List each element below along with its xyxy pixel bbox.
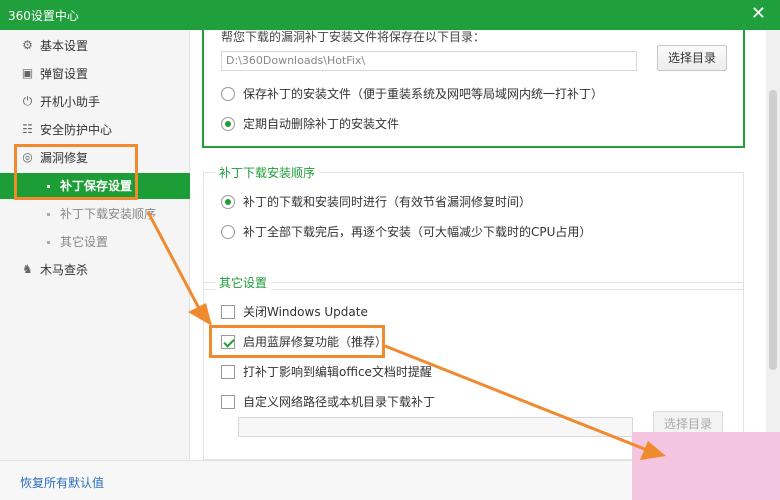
sequential-install-option[interactable]: 补丁全部下载完后，再逐个安装（可大幅减少下载时的CPU占用） xyxy=(221,222,591,242)
custom-download-path-option[interactable]: 自定义网络路径或本机目录下载补丁 xyxy=(221,392,435,412)
checkbox[interactable] xyxy=(221,365,235,379)
close-icon[interactable]: ✕ xyxy=(751,4,766,24)
sidebar-item-vulnerability-fix[interactable]: ◎ 漏洞修复 xyxy=(0,144,190,172)
sidebar-item-label: 漏洞修复 xyxy=(40,151,89,165)
checkbox[interactable] xyxy=(221,305,235,319)
office-edit-reminder-option[interactable]: 打补丁影响到编辑office文档时提醒 xyxy=(221,362,432,382)
save-path-browse-button[interactable]: 选择目录 xyxy=(657,45,727,71)
bluescreen-repair-option[interactable]: 启用蓝屏修复功能（推荐） xyxy=(221,332,387,352)
parallel-install-option[interactable]: 补丁的下载和安装同时进行（有效节省漏洞修复时间） xyxy=(221,192,531,212)
window-icon: ▣ xyxy=(21,66,34,80)
horse-icon: ♞ xyxy=(22,262,33,276)
gear-icon: ⚙ xyxy=(22,38,33,52)
sidebar-item-basic-settings[interactable]: ⚙ 基本设置 xyxy=(0,32,190,60)
sidebar-subitem-label: 补丁下载安装顺序 xyxy=(60,207,157,221)
scrollbar[interactable] xyxy=(766,30,780,460)
shield-list-icon: ☷ xyxy=(22,122,33,136)
settings-content: 帮您下载的漏洞补丁安装文件将保存在以下目录： D:\360Downloads\H… xyxy=(191,30,780,460)
option-label: 定期自动删除补丁的安装文件 xyxy=(243,117,400,131)
patch-icon: ◎ xyxy=(22,150,33,164)
radio-button[interactable] xyxy=(221,117,235,131)
option-label: 关闭Windows Update xyxy=(243,305,368,319)
patch-save-group: 帮您下载的漏洞补丁安装文件将保存在以下目录： D:\360Downloads\H… xyxy=(202,30,745,148)
sidebar-subitem-download-order[interactable]: 补丁下载安装顺序 xyxy=(0,201,190,227)
option-label: 打补丁影响到编辑office文档时提醒 xyxy=(243,365,432,379)
radio-button[interactable] xyxy=(221,225,235,239)
save-path-field[interactable]: D:\360Downloads\HotFix\ xyxy=(221,51,637,71)
pink-overlay-block xyxy=(632,432,780,500)
sidebar-subitem-other-settings[interactable]: 其它设置 xyxy=(0,229,190,255)
keep-patch-files-option[interactable]: 保存补丁的安装文件（便于重装系统及网吧等局域网内统一打补丁） xyxy=(221,84,603,104)
sidebar-item-label: 弹窗设置 xyxy=(40,67,89,81)
option-label: 补丁的下载和安装同时进行（有效节省漏洞修复时间） xyxy=(243,195,532,209)
bullet-icon xyxy=(47,185,50,188)
scrollbar-thumb[interactable] xyxy=(769,90,777,370)
power-icon: ⏻ xyxy=(22,94,33,108)
title-bar: 360设置中心 ✕ xyxy=(0,0,780,30)
other-settings-title: 其它设置 xyxy=(215,274,272,291)
sidebar-item-label: 基本设置 xyxy=(40,39,89,53)
option-label: 补丁全部下载完后，再逐个安装（可大幅减少下载时的CPU占用） xyxy=(243,225,592,239)
sidebar-item-label: 木马查杀 xyxy=(40,263,89,277)
radio-button[interactable] xyxy=(221,195,235,209)
window-title: 360设置中心 xyxy=(8,9,79,23)
disable-windows-update-option[interactable]: 关闭Windows Update xyxy=(221,302,368,322)
save-path-hint: 帮您下载的漏洞补丁安装文件将保存在以下目录： xyxy=(221,30,486,44)
radio-button[interactable] xyxy=(221,87,235,101)
option-label: 自定义网络路径或本机目录下载补丁 xyxy=(243,395,436,409)
sidebar-subitem-label: 其它设置 xyxy=(60,235,109,249)
sidebar-item-security-center[interactable]: ☷ 安全防护中心 xyxy=(0,116,190,144)
sidebar-item-trojan-scan[interactable]: ♞ 木马查杀 xyxy=(0,256,190,284)
checkbox[interactable] xyxy=(221,335,235,349)
sidebar: ⚙ 基本设置 ▣ 弹窗设置 ⏻ 开机小助手 ☷ 安全防护中心 ◎ 漏洞修复 补丁… xyxy=(0,30,190,460)
restore-defaults-link[interactable]: 恢复所有默认值 xyxy=(20,474,104,491)
sidebar-subitem-label: 补丁保存设置 xyxy=(60,179,133,193)
sidebar-item-popup-settings[interactable]: ▣ 弹窗设置 xyxy=(0,60,190,88)
download-order-title: 补丁下载安装顺序 xyxy=(215,164,320,181)
sidebar-item-label: 安全防护中心 xyxy=(40,123,113,137)
bullet-icon xyxy=(47,213,50,216)
option-label: 启用蓝屏修复功能（推荐） xyxy=(243,335,388,349)
custom-path-field[interactable] xyxy=(238,417,633,437)
option-label: 保存补丁的安装文件（便于重装系统及网吧等局域网内统一打补丁） xyxy=(243,87,604,101)
sidebar-subitem-patch-save[interactable]: 补丁保存设置 xyxy=(0,173,190,199)
sidebar-item-label: 开机小助手 xyxy=(40,95,101,109)
bullet-icon xyxy=(47,241,50,244)
auto-delete-patch-files-option[interactable]: 定期自动删除补丁的安装文件 xyxy=(221,114,399,134)
sidebar-item-startup-assistant[interactable]: ⏻ 开机小助手 xyxy=(0,88,190,116)
checkbox[interactable] xyxy=(221,395,235,409)
